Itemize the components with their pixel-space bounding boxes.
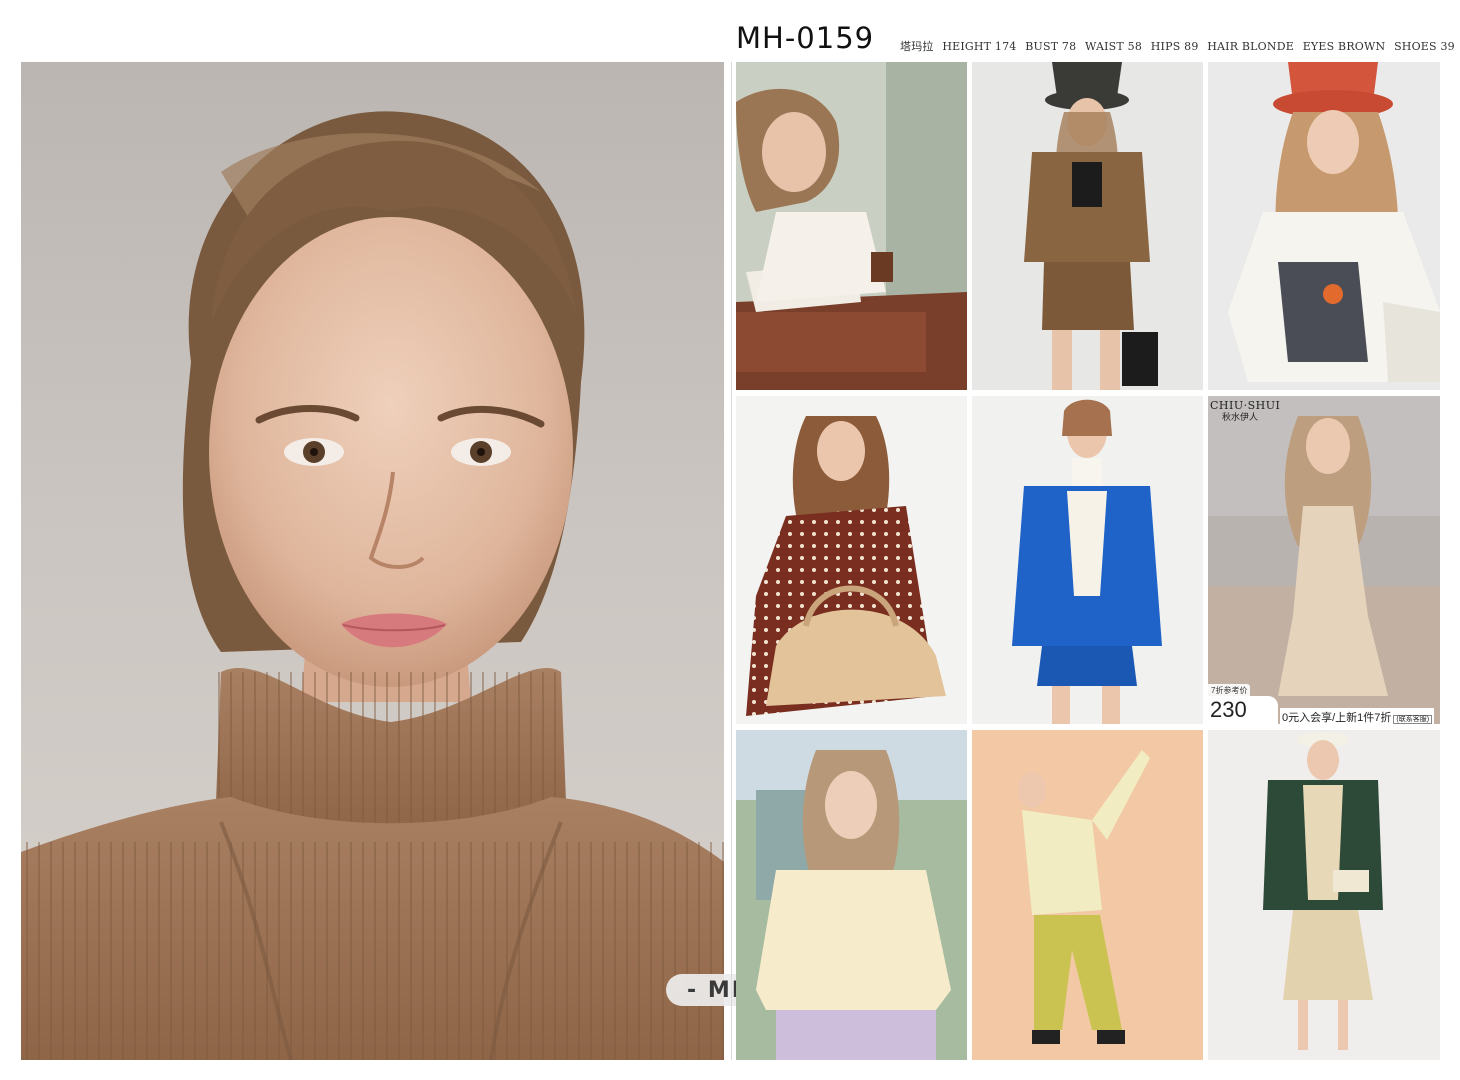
model-code: MH-0159 [736,21,875,55]
tile-illustration [736,730,967,1060]
tile-illustration [736,62,967,390]
photo-tile-cream-blouse [736,730,967,1060]
brand-name-chinese: 秋水伊人 [1222,412,1259,423]
tile-illustration [972,62,1203,390]
stat-height: HEIGHT 174 [942,40,1017,53]
promo-contact: (联系客服) [1393,715,1433,724]
portrait-illustration [21,111,724,1060]
photo-tile-brown-suit [972,62,1203,390]
tile-illustration [1208,62,1440,390]
promo-price: 230 [1208,696,1278,724]
model-name: 塔玛拉 [900,40,934,53]
photo-tile-blue-jacket [972,396,1203,724]
model-stats: 塔玛拉 HEIGHT 174 BUST 78 WAIST 58 HIPS 89 … [900,38,1460,54]
tile-illustration [972,730,1203,1060]
photo-tile-green-blazer [1208,730,1440,1060]
photo-tile-beach-dress: CHIU·SHUI 秋水伊人 7折参考价 230 0元入会享/上新1件7折 (联系… [1208,396,1440,724]
photo-tile-red-hat [1208,62,1440,390]
column-divider [731,62,732,1060]
promo-text: 0元入会享/上新1件7折 (联系客服) [1280,708,1435,724]
tile-illustration [1208,396,1440,724]
brand-logo: CHIU·SHUI 秋水伊人 [1210,399,1281,423]
stat-hips: HIPS 89 [1150,40,1199,53]
brand-name: CHIU·SHUI [1210,399,1281,412]
tile-illustration [736,396,967,724]
tile-illustration [972,396,1203,724]
photo-tile-yellow-outfit [972,730,1203,1060]
photo-tile-desk-book [736,62,967,390]
tile-illustration [1208,730,1440,1060]
promo-offer: 0元入会享/上新1件7折 [1282,712,1392,724]
stat-hair: HAIR BLONDE [1207,40,1294,53]
stat-waist: WAIST 58 [1085,40,1143,53]
photo-tile-polka-dress [736,396,967,724]
main-portrait-photo [21,62,724,1060]
stat-shoes: SHOES 39 [1394,40,1455,53]
stat-eyes: EYES BROWN [1302,40,1386,53]
stat-bust: BUST 78 [1025,40,1077,53]
